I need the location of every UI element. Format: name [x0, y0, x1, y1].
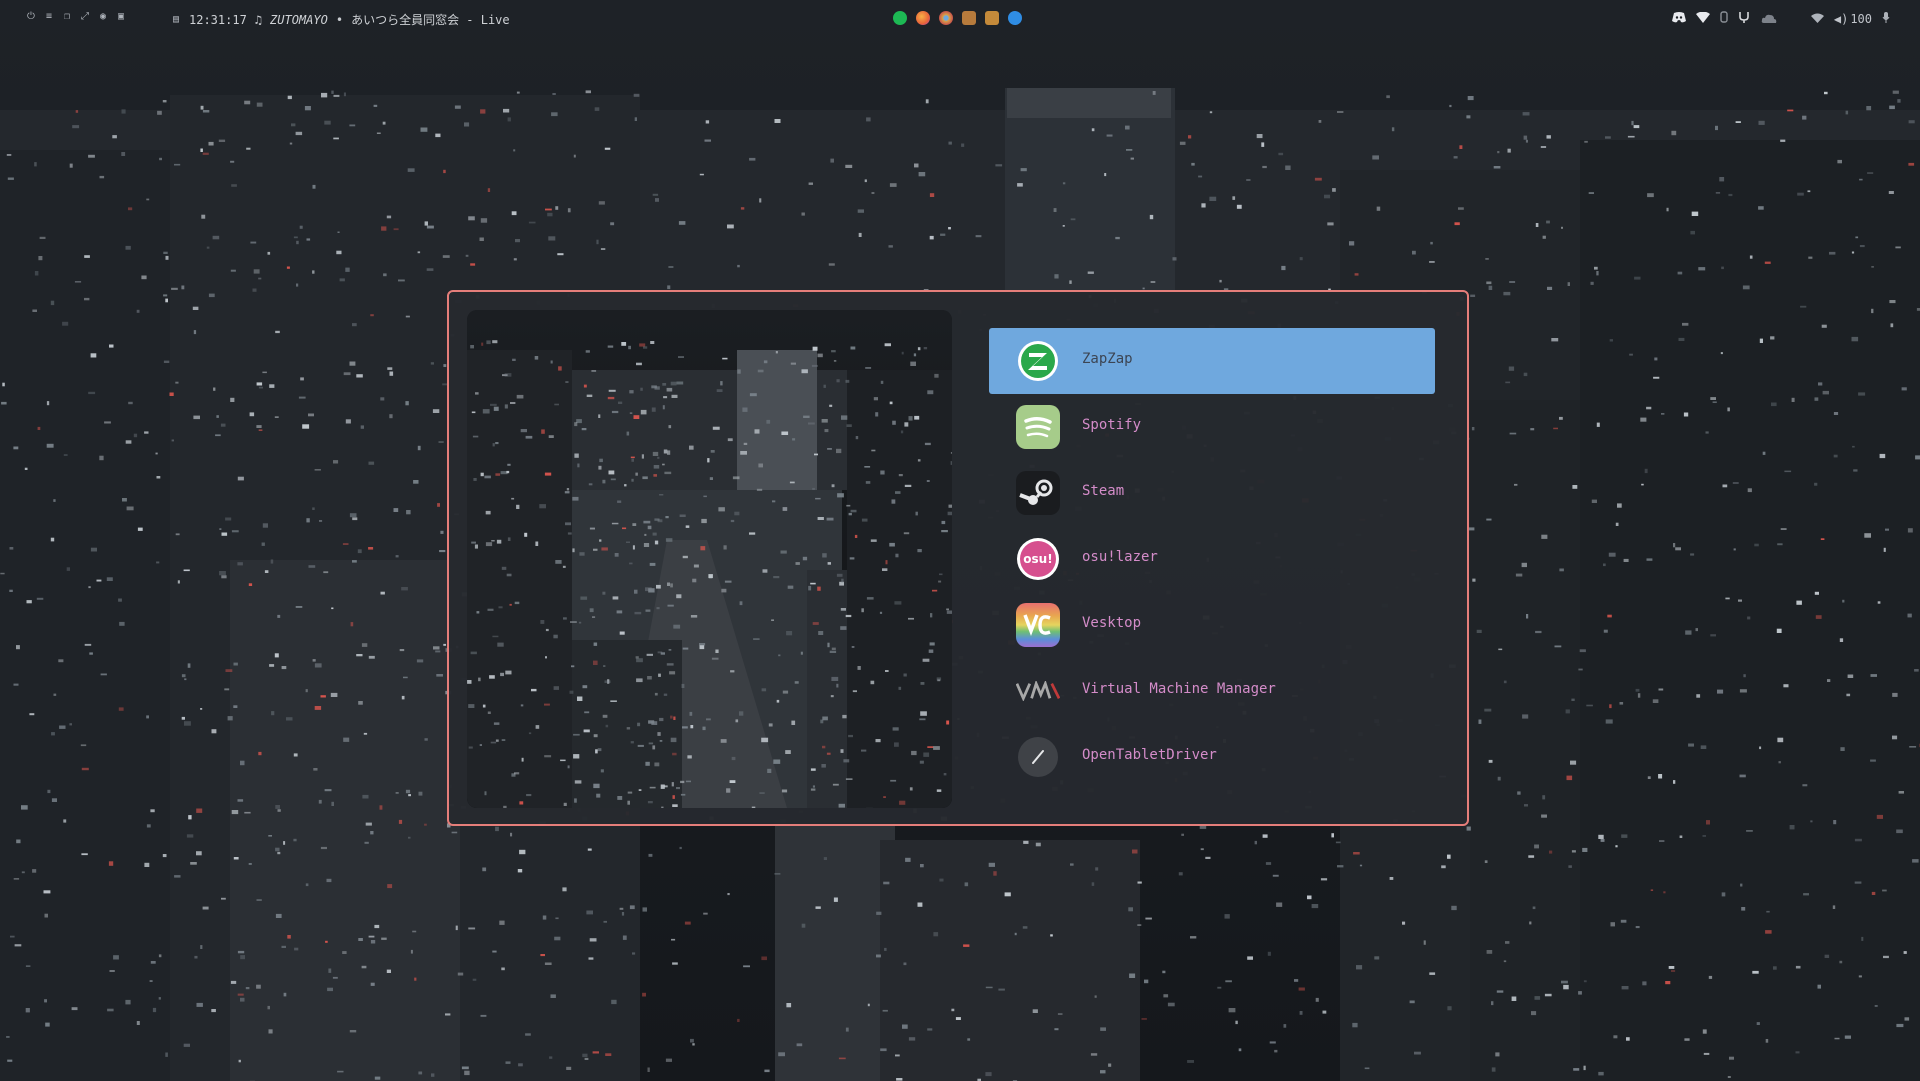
network-icon[interactable] — [1695, 11, 1710, 26]
app-label: Vesktop — [1082, 615, 1142, 631]
clock: 12:31:17 — [189, 12, 247, 27]
app-label: OpenTabletDriver — [1082, 747, 1217, 763]
vscode-tray-icon[interactable] — [1008, 11, 1022, 25]
media-status: ▤ 12:31:17 ♫ ZUTOMAYO • あいつら全員同窓会 - Live — [171, 11, 510, 28]
app-item-vesktop[interactable]: Vesktop — [989, 592, 1435, 658]
app-label: ZapZap — [1082, 351, 1133, 367]
speaker-icon: ◀) — [1833, 11, 1849, 26]
app-item-zapzap[interactable]: ZapZap — [989, 328, 1435, 394]
copy-icon[interactable]: ❐ — [62, 12, 72, 22]
lutris-tray-icon[interactable] — [985, 11, 999, 25]
app-label: Steam — [1082, 483, 1125, 499]
app-label: Spotify — [1082, 417, 1142, 433]
bar-left-controls: ⏻ ≡ ❐ ⤢ ◉ ▣ — [26, 12, 126, 22]
opentabletdriver-icon — [1016, 735, 1060, 779]
discord-icon[interactable] — [1671, 11, 1686, 26]
zapzap-icon — [1016, 339, 1060, 383]
app-launcher: ZapZap Spotify Steam osu! osu!lazer Vesk… — [447, 290, 1469, 826]
app-list: ZapZap Spotify Steam osu! osu!lazer Vesk… — [989, 328, 1435, 790]
track-separator: • — [335, 12, 344, 27]
osu-icon: osu! — [1016, 537, 1060, 581]
tray-apps — [893, 11, 1022, 25]
fullscreen-icon[interactable]: ⤢ — [80, 12, 90, 22]
steam-icon — [1016, 471, 1060, 515]
app-label: Virtual Machine Manager — [1082, 681, 1276, 697]
cloud-icon[interactable] — [1761, 12, 1777, 26]
track-artist: ZUTOMAYO — [270, 12, 328, 27]
screenshot-icon[interactable]: ▣ — [116, 12, 126, 22]
launcher-preview-image — [467, 310, 952, 808]
track-title[interactable]: あいつら全員同窓会 - Live — [351, 11, 510, 28]
volume-status[interactable]: ◀) 100 — [1834, 12, 1872, 26]
calendar-icon: ▤ — [172, 13, 180, 25]
app-item-virt-manager[interactable]: Virtual Machine Manager — [989, 658, 1435, 724]
city-street-preview — [467, 310, 952, 808]
app-item-osu[interactable]: osu! osu!lazer — [989, 526, 1435, 592]
osu-icon-text: osu! — [1023, 552, 1053, 566]
music-note-icon: ♫ — [254, 12, 263, 27]
virt-manager-icon — [1016, 669, 1060, 713]
app-item-opentabletdriver[interactable]: OpenTabletDriver — [989, 724, 1435, 790]
usb-icon[interactable] — [1738, 11, 1751, 26]
app-item-steam[interactable]: Steam — [989, 460, 1435, 526]
system-tray: ◀) 100 — [1671, 11, 1890, 26]
palette-icon[interactable]: ◉ — [98, 12, 108, 22]
spotify-icon — [1016, 405, 1060, 449]
menu-icon[interactable]: ≡ — [44, 12, 54, 22]
top-status-bar: ⏻ ≡ ❐ ⤢ ◉ ▣ ▤ 12:31:17 ♫ ZUTOMAYO • あいつら… — [0, 0, 1920, 38]
game-tray-icon[interactable] — [962, 11, 976, 25]
volume-level: 100 — [1850, 11, 1872, 26]
browser-tray-icon[interactable] — [939, 11, 953, 25]
firefox-tray-icon[interactable] — [916, 11, 930, 25]
spotify-tray-icon[interactable] — [893, 11, 907, 25]
app-label: osu!lazer — [1082, 549, 1158, 565]
app-item-spotify[interactable]: Spotify — [989, 394, 1435, 460]
power-icon[interactable]: ⏻ — [26, 12, 36, 22]
battery-icon[interactable] — [1720, 11, 1728, 26]
mic-icon[interactable] — [1882, 11, 1890, 26]
wifi-icon[interactable] — [1810, 12, 1824, 26]
vesktop-icon — [1016, 603, 1060, 647]
